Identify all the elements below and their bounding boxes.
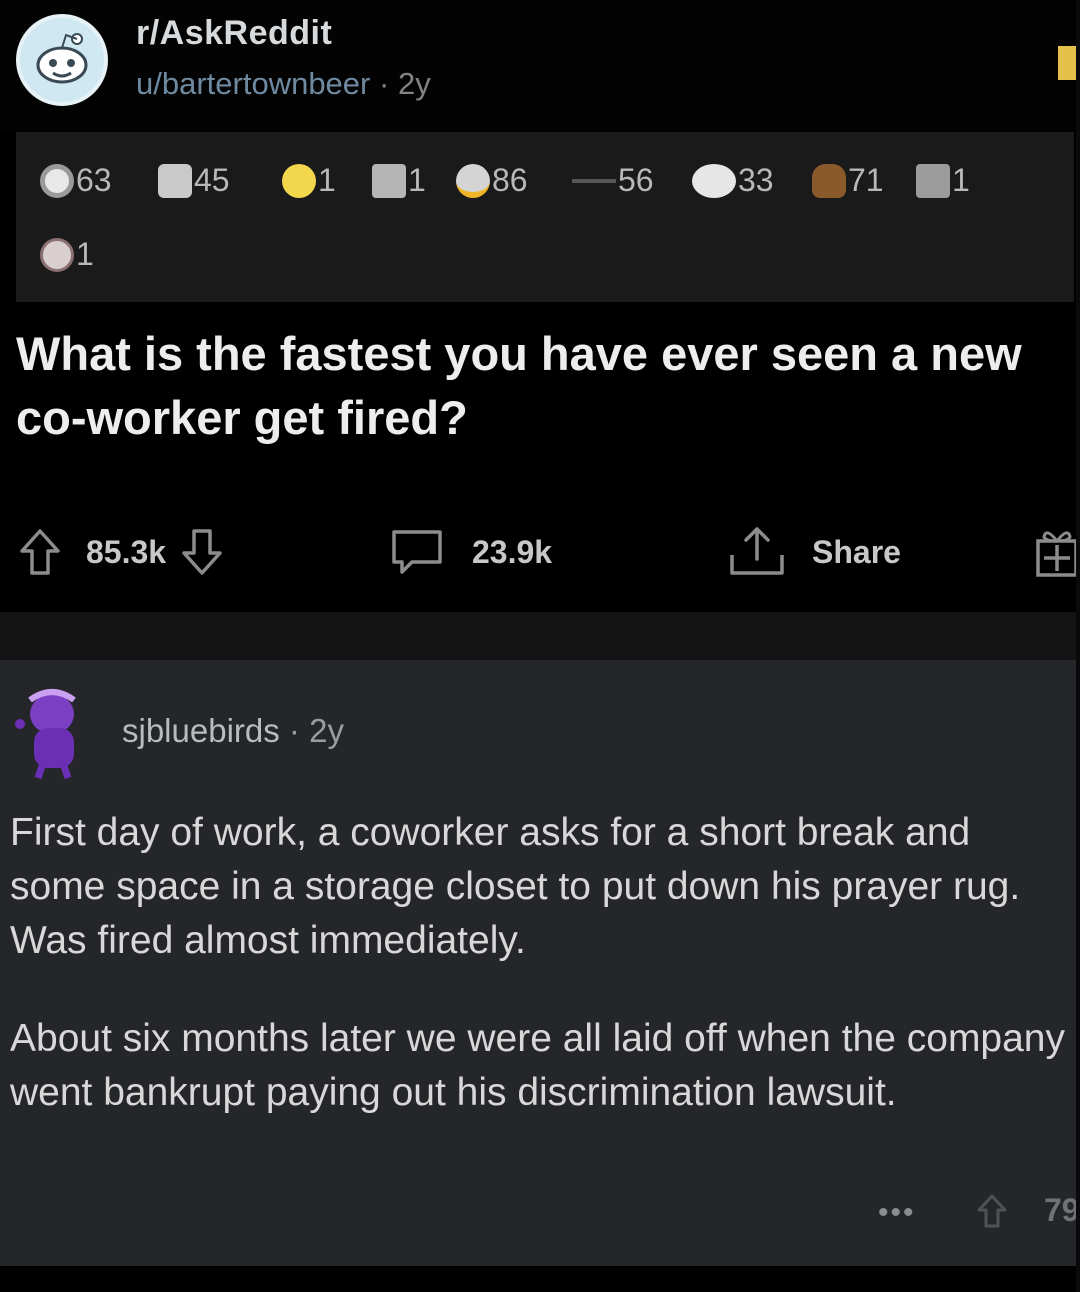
- bottom-strip: [0, 1266, 1080, 1292]
- helpful-hands-icon: [158, 163, 192, 198]
- award-count: 1: [408, 162, 426, 198]
- comment-paragraph: About six months later we were all laid …: [10, 1017, 1065, 1114]
- post-header: r/AskReddit u/bartertownbeer · 2y: [0, 0, 1080, 130]
- award-count: 1: [76, 236, 94, 272]
- gift-icon: [1036, 531, 1078, 577]
- share-icon: [730, 527, 784, 575]
- comment-vote-count: 79: [1044, 1192, 1080, 1228]
- commenter-avatar[interactable]: [6, 684, 86, 780]
- comment-age: 2y: [309, 712, 344, 749]
- tears-face-icon: [692, 163, 736, 198]
- vote-group: 85.3k: [18, 524, 224, 580]
- more-options-icon[interactable]: •••: [878, 1196, 916, 1230]
- comment-author[interactable]: sjbluebirds: [122, 712, 280, 749]
- upvote-count: 85.3k: [86, 533, 167, 570]
- award-count: 45: [194, 162, 230, 198]
- eyes-face-icon: [372, 163, 406, 198]
- section-divider: [0, 612, 1080, 660]
- award-count: 63: [76, 162, 112, 198]
- starstruck-face-icon: [916, 163, 950, 198]
- award-dotted[interactable]: 56: [572, 162, 654, 199]
- award-tears[interactable]: 33: [692, 162, 774, 199]
- hard-hat-face-icon: [282, 163, 316, 198]
- right-edge: [1076, 0, 1080, 1292]
- award-count: 1: [318, 162, 336, 198]
- meta-separator: ·: [288, 712, 300, 749]
- award-count: 1: [952, 162, 970, 198]
- snoo-icon: [36, 33, 88, 84]
- comment-count: 23.9k: [472, 533, 553, 570]
- award-silver[interactable]: 63: [40, 162, 112, 199]
- upvote-icon[interactable]: [18, 527, 62, 577]
- share-button[interactable]: Share: [726, 524, 901, 580]
- subreddit-avatar[interactable]: [16, 14, 108, 106]
- silver-coin-icon: [40, 163, 74, 198]
- heart-eyes-icon: [40, 237, 74, 272]
- comment-body: First day of work, a coworker asks for a…: [10, 806, 1070, 1120]
- downvote-icon[interactable]: [180, 527, 224, 577]
- subreddit-name[interactable]: r/AskReddit: [136, 14, 332, 53]
- meta-separator: ·: [379, 66, 390, 101]
- comments-button[interactable]: 23.9k: [388, 524, 552, 580]
- awards-panel[interactable]: 63 45 1 1 86 56 33 71 1 1: [16, 132, 1074, 302]
- wholesome-seal-icon: [456, 163, 490, 198]
- poop-icon: [812, 163, 846, 198]
- comment-vote: 79: [976, 1192, 1080, 1229]
- dotted-line-icon: [572, 178, 616, 183]
- award-helpful[interactable]: 45: [158, 162, 230, 199]
- post-title[interactable]: What is the fastest you have ever seen a…: [16, 322, 1072, 450]
- comment-paragraph: First day of work, a coworker asks for a…: [10, 811, 1021, 962]
- award-wholesome[interactable]: 86: [456, 162, 528, 199]
- share-label: Share: [812, 533, 901, 570]
- post-age: 2y: [397, 66, 431, 101]
- award-poop[interactable]: 71: [812, 162, 884, 199]
- comment-meta: sjbluebirds · 2y: [122, 712, 344, 750]
- post-author[interactable]: u/bartertownbeer: [136, 66, 370, 101]
- award-eyes[interactable]: 1: [372, 162, 426, 199]
- award-count: 33: [738, 162, 774, 198]
- award-count: 71: [848, 162, 884, 198]
- award-count: 56: [618, 162, 654, 198]
- award-heart-eyes[interactable]: 1: [40, 236, 94, 273]
- comment: sjbluebirds · 2y First day of work, a co…: [0, 660, 1080, 1266]
- upvote-icon[interactable]: [976, 1193, 1008, 1229]
- comment-bubble-icon: [392, 530, 442, 574]
- award-hard-hat[interactable]: 1: [282, 162, 336, 199]
- award-count: 86: [492, 162, 528, 198]
- award-starstruck[interactable]: 1: [916, 162, 970, 199]
- award-button[interactable]: [1034, 524, 1078, 580]
- post-meta: u/bartertownbeer · 2y: [136, 66, 431, 102]
